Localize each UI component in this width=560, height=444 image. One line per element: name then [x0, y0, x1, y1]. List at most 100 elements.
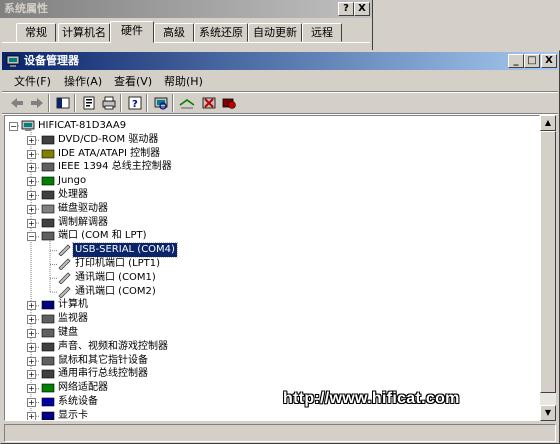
scroll-thumb[interactable]: [540, 131, 556, 393]
tree-item-label: Jungo: [58, 175, 87, 187]
tab-automatic-updates[interactable]: 自动更新: [248, 23, 302, 42]
keyboard-icon: [41, 328, 55, 338]
tree-child-label: 通讯端口 (COM1): [75, 271, 156, 283]
collapse-icon[interactable]: −: [9, 122, 18, 131]
monitor-icon: [41, 314, 55, 324]
help-icon[interactable]: ?: [126, 94, 144, 112]
scroll-up-icon[interactable]: ▲: [540, 115, 556, 131]
expand-icon[interactable]: +: [27, 163, 36, 173]
tree-item[interactable]: + IDE ATA/ATAPI 控制器: [5, 147, 405, 161]
tab-hardware[interactable]: 硬件: [110, 21, 154, 43]
print-icon[interactable]: [100, 94, 118, 112]
tree-child-item[interactable]: 通讯端口 (COM2): [5, 285, 405, 299]
help-button[interactable]: ?: [338, 2, 354, 16]
tree-item[interactable]: + 声音、视频和游戏控制器: [5, 340, 405, 354]
minimize-button[interactable]: _: [508, 54, 524, 68]
vertical-scrollbar[interactable]: ▲ ▼: [540, 115, 556, 421]
cdrom-icon: [41, 135, 55, 145]
tree-item-label: 监视器: [58, 313, 88, 325]
tree-item[interactable]: + 鼠标和其它指针设备: [5, 354, 405, 368]
tab-computer-name[interactable]: 计算机名: [58, 23, 110, 42]
menu-help[interactable]: 帮助(H): [160, 73, 207, 90]
tree-item[interactable]: + Jungo: [5, 174, 405, 188]
device-tree[interactable]: − HIFICAT-81D3AA9 + DVD/CD-ROM 驱动器 + IDE AT…: [4, 115, 540, 421]
watermark: http://www.hificat.com: [283, 390, 460, 407]
computer-icon: [41, 301, 55, 310]
system-properties-titlebar[interactable]: 系统属性: [0, 0, 372, 18]
tree-root[interactable]: − HIFICAT-81D3AA9: [5, 119, 205, 133]
collapse-icon[interactable]: −: [27, 232, 36, 242]
tree-item-label: IEEE 1394 总线主控制器: [58, 161, 172, 173]
scan-hardware-icon[interactable]: [152, 94, 170, 112]
tree-child-item[interactable]: USB-SERIAL (COM4): [5, 242, 405, 259]
tree-item-label: 调制解调器: [58, 216, 108, 228]
tree-item[interactable]: + 键盘: [5, 326, 405, 340]
forward-icon[interactable]: [28, 94, 46, 112]
tree-item[interactable]: − 端口 (COM 和 LPT): [5, 229, 405, 243]
tab-system-restore[interactable]: 系统还原: [194, 23, 248, 42]
sound-icon: [41, 342, 55, 352]
properties-icon[interactable]: [80, 94, 98, 112]
tree-item-label: IDE ATA/ATAPI 控制器: [58, 147, 161, 159]
tree-item[interactable]: + IEEE 1394 总线主控制器: [5, 160, 405, 174]
tree-item-label: 计算机: [58, 299, 88, 311]
expand-icon[interactable]: +: [27, 135, 36, 145]
expand-icon[interactable]: +: [27, 356, 36, 366]
tree-item[interactable]: + 调制解调器: [5, 216, 405, 230]
device-manager-titlebar[interactable]: 设备管理器: [2, 52, 558, 70]
expand-icon[interactable]: +: [27, 329, 36, 338]
expand-icon[interactable]: +: [27, 218, 36, 228]
tree-item[interactable]: + 通用串行总线控制器: [5, 367, 405, 381]
menu-file[interactable]: 文件(F): [10, 73, 55, 90]
tree-child-item[interactable]: 通讯端口 (COM1): [5, 271, 405, 285]
tree-item[interactable]: + 显示卡: [5, 409, 405, 420]
tree-item-label: 磁盘驱动器: [58, 202, 108, 214]
tree-item[interactable]: + 监视器: [5, 312, 405, 326]
close-button[interactable]: X: [354, 2, 370, 16]
tree-item-label: 声音、视频和游戏控制器: [58, 340, 168, 352]
expand-icon[interactable]: +: [27, 370, 36, 380]
expand-icon[interactable]: +: [27, 204, 36, 214]
uninstall-icon[interactable]: [200, 94, 218, 112]
expand-icon[interactable]: +: [27, 384, 36, 394]
modem-icon: [41, 218, 55, 227]
menu-view[interactable]: 查看(V): [110, 73, 156, 90]
system-devices-icon: [41, 397, 55, 407]
maximize-button[interactable]: □: [524, 54, 540, 68]
toolbar-separator: [74, 94, 76, 112]
expand-icon[interactable]: +: [27, 301, 36, 311]
tree-child-item[interactable]: 打印机端口 (LPT1): [5, 257, 405, 271]
expand-icon[interactable]: +: [27, 342, 36, 352]
expand-icon[interactable]: +: [27, 149, 36, 159]
back-icon[interactable]: [8, 94, 26, 112]
tree-item-label: 端口 (COM 和 LPT): [58, 230, 147, 242]
scroll-down-icon[interactable]: ▼: [540, 405, 556, 421]
tree-item[interactable]: + 处理器: [5, 188, 405, 202]
tree-item[interactable]: + 计算机: [5, 298, 405, 312]
tab-divider: [2, 42, 370, 43]
tree-item-label: DVD/CD-ROM 驱动器: [58, 133, 159, 145]
expand-icon[interactable]: +: [27, 315, 36, 325]
tab-advanced[interactable]: 高级: [154, 23, 194, 42]
tree-child-label: 打印机端口 (LPT1): [75, 258, 161, 269]
status-bar: [4, 424, 556, 442]
mouse-icon: [41, 356, 55, 365]
expand-icon[interactable]: +: [27, 398, 36, 407]
show-hide-icon[interactable]: [54, 94, 72, 112]
expand-icon[interactable]: +: [27, 191, 36, 200]
tree-item-label: 通用串行总线控制器: [58, 368, 148, 380]
disable-icon[interactable]: [220, 94, 238, 112]
expand-icon[interactable]: +: [27, 177, 36, 187]
tab-remote[interactable]: 远程: [302, 23, 342, 42]
update-driver-icon[interactable]: [178, 94, 196, 112]
port-icon: [41, 232, 55, 241]
tree-item[interactable]: + DVD/CD-ROM 驱动器: [5, 133, 405, 147]
display-adapter-icon: [41, 411, 55, 420]
tab-general[interactable]: 常规: [16, 23, 56, 42]
tree-item[interactable]: + 磁盘驱动器: [5, 202, 405, 216]
expand-icon[interactable]: +: [27, 411, 36, 420]
computer-icon: [21, 120, 35, 131]
close-button[interactable]: X: [541, 54, 557, 68]
menu-action[interactable]: 操作(A): [60, 73, 106, 90]
port-connector-icon: [58, 258, 71, 270]
